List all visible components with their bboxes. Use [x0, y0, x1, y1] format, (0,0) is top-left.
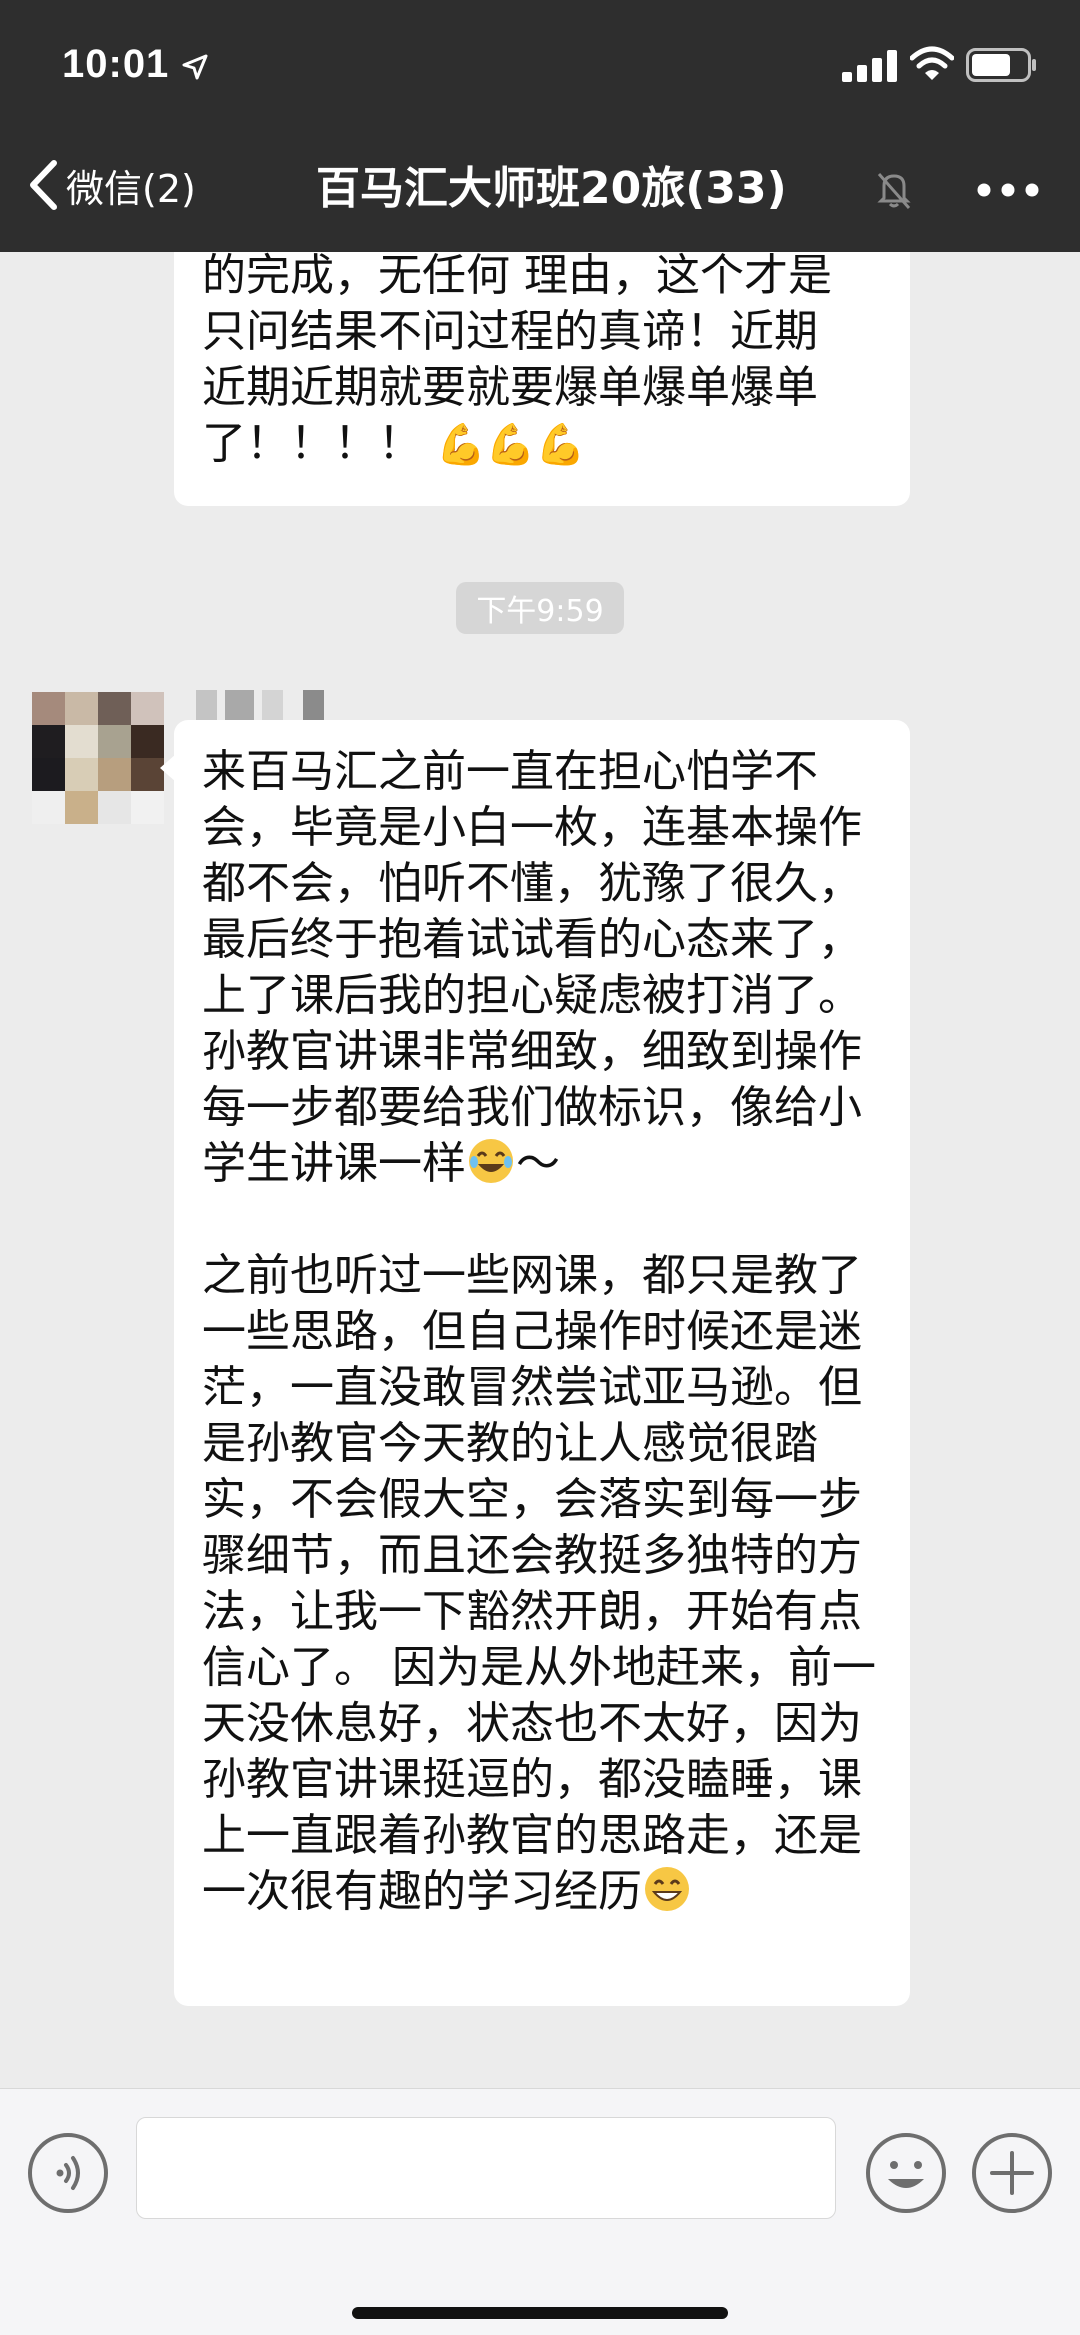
- wifi-icon: [910, 46, 954, 80]
- home-indicator[interactable]: [352, 2307, 728, 2319]
- message-bubble-previous[interactable]: 的完成，无任何 理由，这个才是 只问结果不问过程的真谛！近期 近期近期就要就要爆…: [174, 252, 910, 506]
- mute-bell-icon: [877, 173, 911, 209]
- message-bubble[interactable]: 来百马汇之前一直在担心怕学不会，毕竟是小白一枚，连基本操作都不会，怕听不懂，犹豫…: [160, 720, 910, 2006]
- message-line: 了！！！！ 💪💪💪: [202, 416, 884, 473]
- sender-name-redacted: [196, 690, 324, 720]
- message-text: 之前也听过一些网课，都只是教了一些思路，但自己操作时候还是迷茫，一直没敢冒然尝试…: [202, 1250, 876, 1917]
- header-bar: 10:01 微信(2) 百马汇大师班20旅(33): [0, 0, 1080, 252]
- back-button[interactable]: 微信(2): [28, 150, 196, 220]
- sender-avatar[interactable]: [32, 692, 164, 824]
- tears-of-joy-emoji-icon: [469, 1139, 513, 1183]
- message-text-tail: ～: [516, 1138, 560, 1189]
- emoji-icon[interactable]: [864, 2131, 948, 2215]
- chat-area[interactable]: 的完成，无任何 理由，这个才是 只问结果不问过程的真谛！近期 近期近期就要就要爆…: [0, 252, 1080, 2088]
- cellular-signal-icon: [842, 50, 897, 82]
- message-input[interactable]: [136, 2117, 836, 2219]
- message-line: 近期近期就要就要爆单爆单爆单: [202, 362, 818, 413]
- message-line: 的完成，无任何 理由，这个才是: [202, 252, 832, 301]
- status-time: 10:01: [62, 42, 170, 86]
- message-text: 来百马汇之前一直在担心怕学不会，毕竟是小白一枚，连基本操作都不会，怕听不懂，犹豫…: [202, 746, 862, 1189]
- back-label: 微信(2): [66, 166, 196, 211]
- more-dots-icon[interactable]: [976, 182, 1040, 198]
- voice-icon[interactable]: [26, 2131, 110, 2215]
- message-paragraph-2: 之前也听过一些网课，都只是教了一些思路，但自己操作时候还是迷茫，一直没敢冒然尝试…: [202, 1248, 884, 1920]
- grinning-emoji-icon: [645, 1867, 689, 1911]
- chat-title: 百马汇大师班20旅(33): [316, 163, 787, 214]
- input-bar: [0, 2088, 1080, 2335]
- location-arrow-icon: [182, 54, 208, 80]
- chevron-left-icon: [30, 160, 57, 210]
- message-line-text: 了！！！！: [202, 418, 422, 469]
- battery-icon: [966, 48, 1036, 82]
- flexed-biceps-emoji-icon: 💪💪💪: [436, 422, 586, 468]
- message-line: 只问结果不问过程的真谛！近期: [202, 306, 818, 357]
- message-paragraph-1: 来百马汇之前一直在担心怕学不会，毕竟是小白一枚，连基本操作都不会，怕听不懂，犹豫…: [202, 744, 884, 1192]
- timestamp-chip: 下午9:59: [456, 582, 624, 634]
- plus-icon[interactable]: [970, 2131, 1054, 2215]
